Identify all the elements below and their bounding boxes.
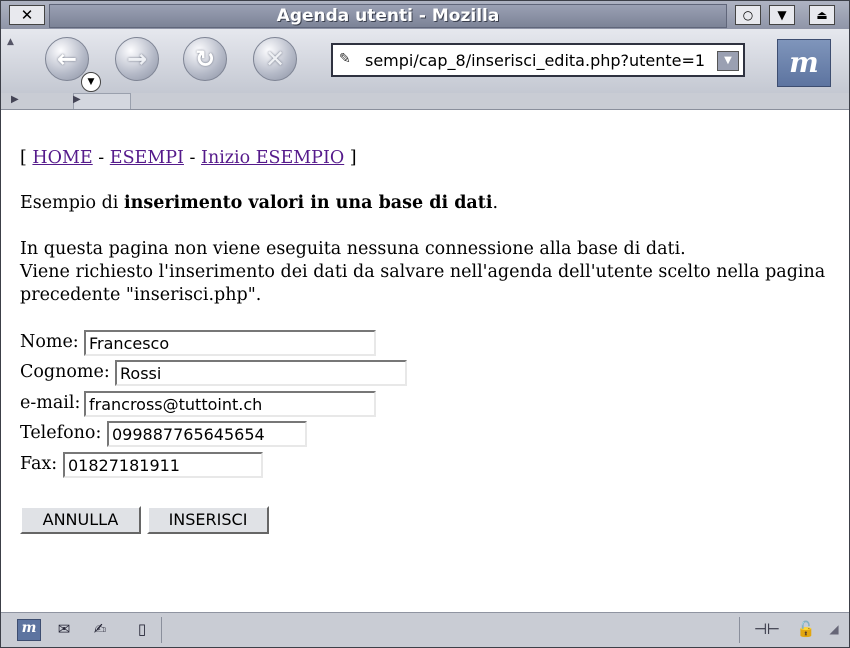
window-maximize-button[interactable]: ⏏ (809, 5, 835, 25)
fax-label: Fax: (20, 454, 58, 474)
window-minimize-button[interactable]: ▼ (769, 5, 795, 25)
breadcrumb: [ HOME - ESEMPI - Inizio ESEMPIO ] (20, 147, 357, 169)
browser-window: ✕ Agenda utenti - Mozilla ○ ▼ ⏏ ▲ ← ▼ → … (0, 0, 850, 648)
page-content: [ HOME - ESEMPI - Inizio ESEMPIO ] Esemp… (1, 110, 849, 612)
addressbook-icon[interactable]: ▯ (131, 619, 153, 639)
page-proxy-icon[interactable]: ✎ (339, 51, 351, 67)
intro-text: Esempio di inserimento valori in una bas… (20, 192, 498, 214)
cognome-input[interactable] (115, 360, 407, 386)
navigation-toolbar: ▲ ← ▼ → ↻ ✕ ✎ sempi/cap_8/inserisci_edit… (1, 29, 849, 94)
status-bar: m ✉ ✍ ▯ ⊣⊢ 🔓 ◢ (1, 612, 849, 647)
window-close-button[interactable]: ✕ (9, 5, 45, 25)
annulla-button[interactable]: ANNULLA (20, 506, 141, 534)
collapse-tab-icon[interactable]: ▶ (73, 94, 81, 105)
tab-handle[interactable] (73, 93, 131, 109)
description-line: Viene richiesto l'inserimento dei dati d… (20, 262, 826, 282)
stop-button[interactable]: ✕ (253, 37, 297, 81)
url-text[interactable]: sempi/cap_8/inserisci_edita.php?utente=1 (365, 51, 719, 71)
status-separator (161, 617, 162, 643)
mozilla-logo[interactable]: m (777, 39, 831, 87)
nome-label: Nome: (20, 332, 79, 352)
online-icon[interactable]: ⊣⊢ (749, 619, 785, 639)
mail-icon[interactable]: ✉ (53, 619, 75, 639)
reload-button[interactable]: ↻ (183, 37, 227, 81)
intro-prefix: Esempio di (20, 193, 119, 213)
telefono-input[interactable] (107, 421, 307, 447)
lock-icon[interactable]: 🔓 (795, 619, 817, 639)
forward-button[interactable]: → (115, 37, 159, 81)
window-shade-button[interactable]: ○ (735, 5, 761, 25)
intro-bold: inserimento valori in una base di dati (123, 193, 493, 213)
home-link[interactable]: HOME (32, 148, 92, 168)
email-input[interactable] (84, 391, 376, 417)
composer-icon[interactable]: ✍ (89, 619, 111, 639)
toolbar-grip-icon[interactable]: ▲ (7, 37, 15, 87)
bracket-open: [ (20, 148, 27, 168)
url-bar[interactable]: ✎ sempi/cap_8/inserisci_edita.php?utente… (331, 43, 745, 77)
window-title: Agenda utenti - Mozilla (49, 4, 727, 28)
inserisci-button[interactable]: INSERISCI (147, 506, 269, 534)
forward-arrow-icon: → (126, 45, 148, 73)
description-line: In questa pagina non viene eseguita ness… (20, 239, 686, 259)
cognome-label: Cognome: (20, 362, 110, 382)
description-line: precedente "inserisci.php". (20, 285, 262, 305)
tab-strip: ▶ ▶ (1, 93, 849, 110)
collapse-toolbar-icon[interactable]: ▶ (11, 94, 19, 105)
inizio-esempio-link[interactable]: Inizio ESEMPIO (201, 148, 344, 168)
mozilla-icon[interactable]: m (17, 619, 41, 641)
breadcrumb-separator: - (98, 148, 105, 168)
back-arrow-icon: ← (56, 45, 78, 73)
stop-icon: ✕ (264, 45, 286, 73)
reload-icon: ↻ (194, 45, 216, 73)
back-button[interactable]: ← (45, 37, 89, 81)
intro-suffix: . (492, 193, 499, 213)
url-history-dropdown-icon[interactable]: ▼ (717, 51, 739, 71)
breadcrumb-separator: - (189, 148, 196, 168)
bracket-close: ] (349, 148, 357, 168)
email-label: e-mail: (20, 393, 81, 413)
resize-grip-icon[interactable]: ◢ (823, 619, 845, 639)
telefono-label: Telefono: (20, 423, 102, 443)
esempi-link[interactable]: ESEMPI (110, 148, 184, 168)
title-bar: ✕ Agenda utenti - Mozilla ○ ▼ ⏏ (1, 1, 849, 30)
status-separator (739, 617, 740, 643)
nome-input[interactable] (84, 330, 376, 356)
back-history-dropdown-icon[interactable]: ▼ (81, 72, 101, 92)
fax-input[interactable] (63, 452, 263, 478)
